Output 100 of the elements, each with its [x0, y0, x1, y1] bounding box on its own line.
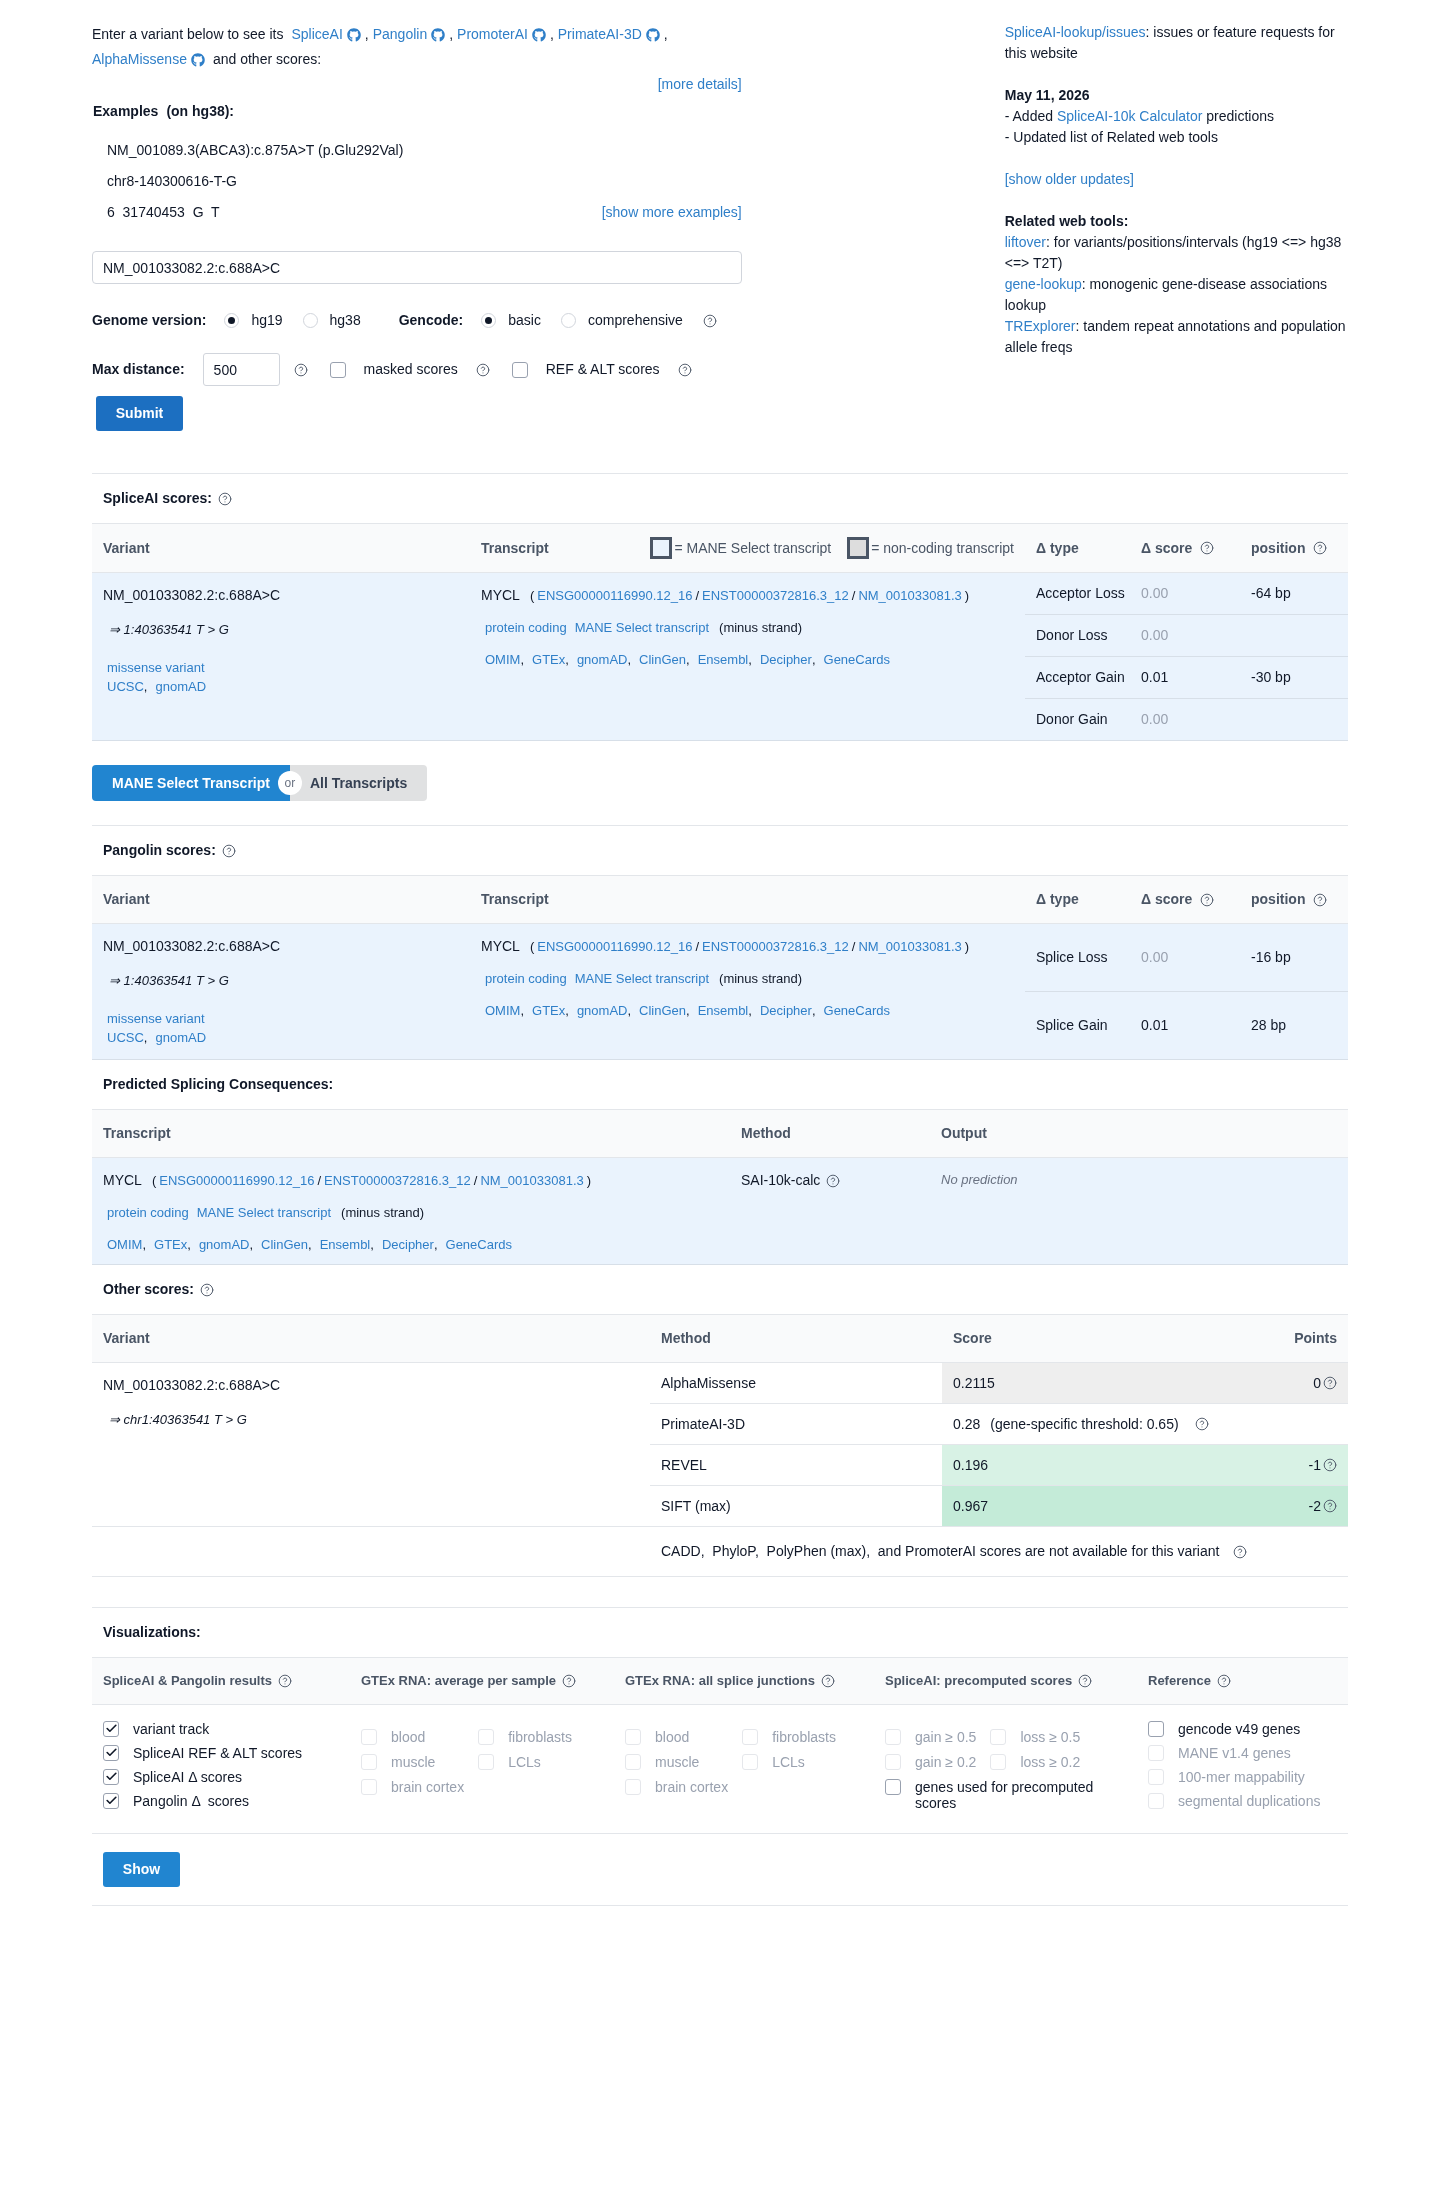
help-icon[interactable]	[562, 1673, 577, 1688]
show-more-examples-link[interactable]: [show more examples]	[601, 202, 742, 223]
checkbox-label[interactable]: variant track	[133, 1720, 210, 1737]
github-icon[interactable]	[645, 27, 660, 42]
checkbox[interactable]	[103, 1792, 119, 1809]
help-icon[interactable]	[1323, 1458, 1337, 1472]
radio-button[interactable]	[560, 313, 576, 328]
help-icon[interactable]	[1323, 1499, 1337, 1513]
checkbox[interactable]	[885, 1778, 901, 1795]
tool-link[interactable]: AlphaMissense	[92, 47, 187, 72]
help-icon[interactable]	[821, 1673, 835, 1688]
consequence-link[interactable]: missense variant	[103, 1008, 459, 1028]
transcript-tag-link[interactable]: protein coding	[485, 969, 567, 989]
radio-button[interactable]	[481, 313, 497, 328]
checkbox[interactable]	[103, 1768, 119, 1785]
transcript-id-link[interactable]: NM_001033081.3	[480, 1171, 584, 1191]
more-details-link[interactable]: [more details]	[657, 74, 742, 95]
transcript-id-link[interactable]: ENSG00000116990.12_16	[537, 937, 693, 957]
transcript-tag-link[interactable]: MANE Select transcript	[196, 1203, 332, 1223]
radio-label[interactable]: hg19	[251, 310, 283, 331]
checkbox[interactable]	[103, 1744, 119, 1761]
help-icon[interactable]	[221, 843, 236, 858]
github-icon[interactable]	[531, 27, 546, 42]
transcript-tag-link[interactable]: MANE Select transcript	[574, 969, 710, 989]
transcript-id-link[interactable]: NM_001033081.3	[858, 586, 962, 606]
update-link[interactable]: SpliceAI-10k Calculator	[1056, 108, 1203, 124]
help-icon[interactable]	[293, 362, 308, 377]
show-button[interactable]: Show	[103, 1851, 180, 1887]
help-icon[interactable]	[1078, 1673, 1093, 1688]
tool-link[interactable]: PromoterAI	[457, 22, 528, 47]
help-icon[interactable]	[1233, 1544, 1248, 1559]
help-icon[interactable]	[278, 1673, 293, 1688]
resource-link[interactable]: UCSC	[107, 677, 144, 697]
transcript-id-link[interactable]: ENST00000372816.3_12	[702, 937, 849, 957]
github-icon[interactable]	[431, 27, 446, 42]
variant-input[interactable]: NM_001033082.2:c.688A>C	[92, 251, 742, 284]
related-tool-link[interactable]: liftover	[1004, 234, 1046, 250]
help-icon[interactable]	[217, 491, 232, 506]
transcript-id-link[interactable]: ENST00000372816.3_12	[324, 1171, 471, 1191]
transcript-id-link[interactable]: ENSG00000116990.12_16	[159, 1171, 315, 1191]
related-tool-link[interactable]: TRExplorer	[1004, 318, 1076, 334]
checkbox-label[interactable]: REF & ALT scores	[545, 359, 660, 380]
checkbox-label[interactable]: genes used for precomputed scores	[915, 1778, 1126, 1811]
help-icon[interactable]	[475, 362, 490, 377]
help-icon[interactable]	[1200, 892, 1215, 907]
checkbox[interactable]	[1148, 1720, 1164, 1737]
help-icon[interactable]	[200, 1282, 215, 1297]
example-link[interactable]: NM_001089.3(ABCA3):c.875A>T (p.Glu292Val)	[107, 140, 404, 161]
submit-button[interactable]: Submit	[96, 396, 183, 431]
resource-link[interactable]: GeneCards	[823, 1000, 890, 1020]
checkbox-label[interactable]: masked scores	[363, 359, 458, 380]
help-icon[interactable]	[1200, 541, 1215, 555]
help-icon[interactable]	[1323, 1376, 1337, 1390]
checkbox-label[interactable]: Pangolin Δ scores	[133, 1792, 249, 1809]
help-icon[interactable]	[826, 1173, 841, 1188]
resource-link[interactable]: Decipher	[759, 1000, 812, 1020]
tool-link[interactable]: Pangolin	[372, 22, 428, 47]
show-older-updates-link[interactable]: [show older updates]	[1004, 169, 1348, 190]
github-icon[interactable]	[346, 27, 361, 42]
example-link[interactable]: chr8-140300616-T-G	[107, 171, 237, 192]
issues-link[interactable]: SpliceAI-lookup/issues	[1004, 24, 1146, 40]
transcript-id-link[interactable]: ENSG00000116990.12_16	[537, 586, 693, 606]
radio-button[interactable]	[302, 313, 318, 328]
consequence-link[interactable]: missense variant	[103, 657, 459, 677]
help-icon[interactable]	[677, 362, 692, 377]
radio-label[interactable]: hg38	[329, 310, 361, 331]
radio-label[interactable]: comprehensive	[587, 310, 683, 331]
checkbox-label[interactable]: SpliceAI REF & ALT scores	[133, 1744, 303, 1761]
resource-link[interactable]: gnomAD	[155, 677, 207, 697]
transcript-id-link[interactable]: ENST00000372816.3_12	[702, 586, 849, 606]
help-icon[interactable]	[1194, 1417, 1209, 1431]
checkbox[interactable]	[329, 361, 346, 378]
help-icon[interactable]	[1313, 892, 1328, 907]
checkbox[interactable]	[103, 1720, 119, 1737]
transcript-tag-link[interactable]: protein coding	[107, 1203, 189, 1223]
resource-link[interactable]: ClinGen	[639, 1000, 687, 1020]
resource-link[interactable]: ClinGen	[261, 1234, 309, 1254]
resource-link[interactable]: Decipher	[759, 649, 812, 669]
resource-link[interactable]: Decipher	[381, 1234, 434, 1254]
help-icon[interactable]	[702, 313, 717, 328]
checkbox[interactable]	[511, 361, 528, 378]
related-tool-link[interactable]: gene-lookup	[1004, 276, 1082, 292]
checkbox-label[interactable]: SpliceAI Δ scores	[133, 1768, 242, 1785]
resource-link[interactable]: GeneCards	[445, 1234, 512, 1254]
radio-label[interactable]: basic	[508, 310, 541, 331]
github-icon[interactable]	[190, 52, 205, 67]
resource-link[interactable]: ClinGen	[639, 649, 687, 669]
resource-link[interactable]: UCSC	[107, 1028, 144, 1048]
help-icon[interactable]	[1216, 1673, 1231, 1688]
resource-link[interactable]: gnomAD	[155, 1028, 207, 1048]
transcript-tag-link[interactable]: protein coding	[485, 618, 567, 638]
radio-button[interactable]	[224, 313, 240, 328]
tool-link[interactable]: SpliceAI	[291, 22, 343, 47]
transcript-tag-link[interactable]: MANE Select transcript	[574, 618, 710, 638]
max-distance-input[interactable]: 500	[202, 353, 280, 386]
resource-link[interactable]: GeneCards	[823, 649, 890, 669]
transcript-id-link[interactable]: NM_001033081.3	[858, 937, 962, 957]
help-icon[interactable]	[1313, 541, 1328, 555]
example-link[interactable]: 6 31740453 G T	[107, 202, 220, 223]
tool-link[interactable]: PrimateAI-3D	[557, 22, 642, 47]
